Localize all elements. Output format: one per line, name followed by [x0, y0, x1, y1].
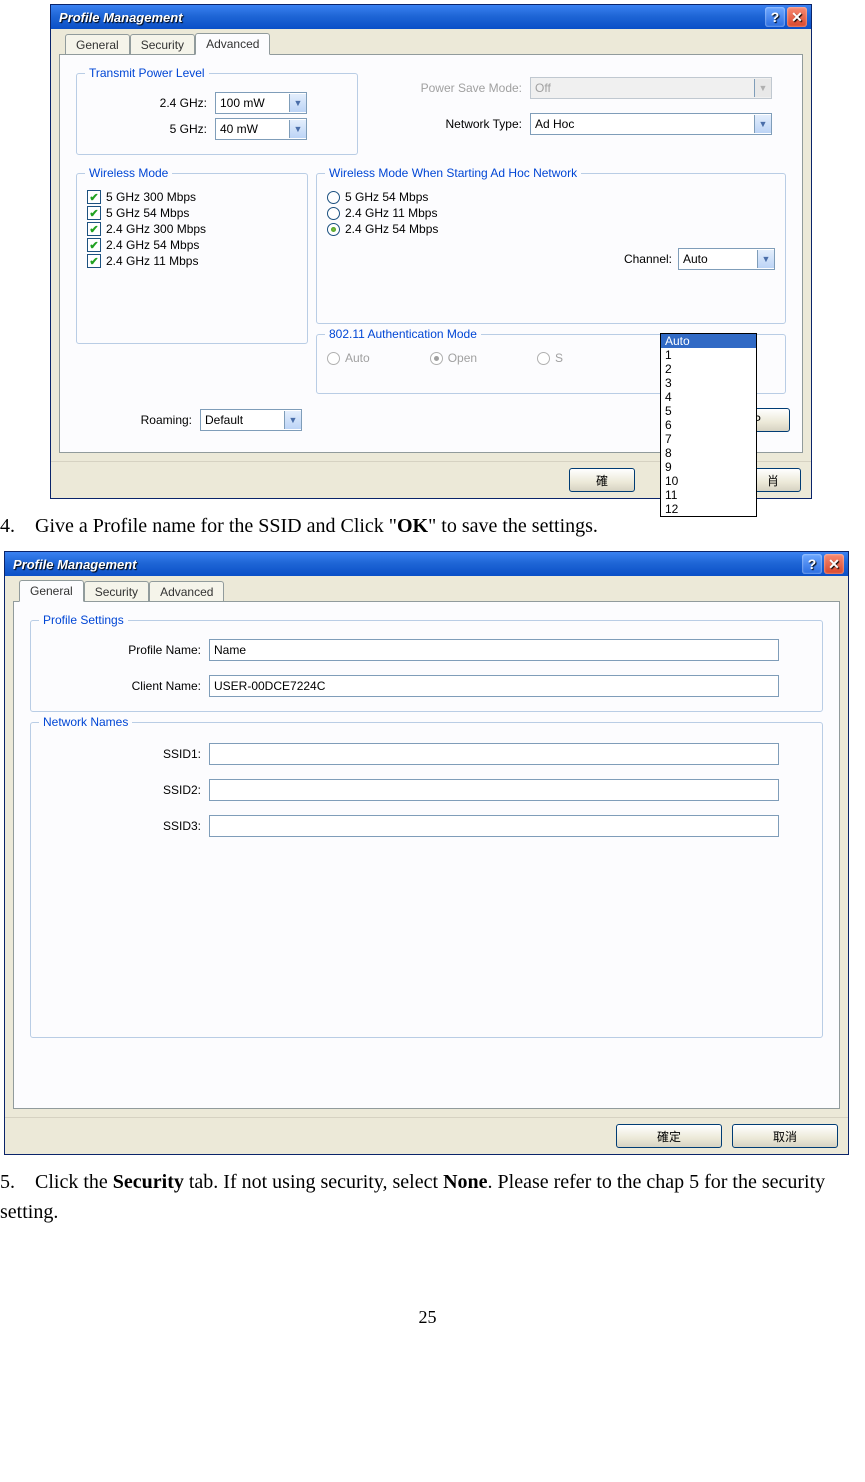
channel-option[interactable]: 9: [661, 460, 756, 474]
channel-option[interactable]: 12: [661, 502, 756, 516]
channel-option[interactable]: 6: [661, 418, 756, 432]
close-button[interactable]: ✕: [824, 554, 844, 574]
group-transmit-power: Transmit Power Level 2.4 GHz: 100 mW ▼ 5…: [76, 73, 358, 155]
combo-power-save: Off ▼: [530, 77, 772, 99]
label-profile-name: Profile Name:: [41, 643, 209, 657]
legend-network-names: Network Names: [39, 715, 132, 729]
label-5ghz: 5 GHz:: [87, 122, 215, 136]
channel-dropdown-list[interactable]: Auto 1 2 3 4 5 6 7 8 9 10 11 12: [660, 333, 757, 517]
chevron-down-icon: ▼: [289, 94, 306, 112]
chevron-down-icon: ▼: [754, 79, 771, 97]
input-ssid2[interactable]: [209, 779, 779, 801]
radio-auth-open: Open: [430, 351, 477, 365]
group-network-names: Network Names SSID1: SSID2: SSID3:: [30, 722, 823, 1038]
legend-auth-mode: 802.11 Authentication Mode: [325, 327, 481, 341]
tab-advanced[interactable]: Advanced: [149, 581, 224, 603]
help-button[interactable]: ?: [802, 554, 822, 574]
chevron-down-icon: ▼: [284, 411, 301, 429]
client-area: General Security Advanced Profile Settin…: [5, 576, 848, 1117]
label-network-type: Network Type:: [362, 117, 530, 131]
ok-button[interactable]: 確定: [616, 1124, 722, 1148]
titlebar[interactable]: Profile Management ? ✕: [5, 552, 848, 576]
channel-option[interactable]: 4: [661, 390, 756, 404]
chevron-down-icon: ▼: [757, 250, 774, 268]
close-button[interactable]: ✕: [787, 7, 807, 27]
page-number: 25: [0, 1307, 855, 1328]
window-profile-management-advanced: Profile Management ? ✕ General Security …: [50, 4, 812, 499]
combo-network-type[interactable]: Ad Hoc ▼: [530, 113, 772, 135]
input-client-name[interactable]: USER-00DCE7224C: [209, 675, 779, 697]
chevron-down-icon: ▼: [754, 115, 771, 133]
combo-roaming[interactable]: Default ▼: [200, 409, 302, 431]
label-ssid3: SSID3:: [41, 819, 209, 833]
window-title: Profile Management: [13, 557, 800, 572]
channel-option[interactable]: 11: [661, 488, 756, 502]
legend-wireless-mode-adhoc: Wireless Mode When Starting Ad Hoc Netwo…: [325, 166, 581, 180]
channel-option[interactable]: 5: [661, 404, 756, 418]
radio-auth-auto: Auto: [327, 351, 370, 365]
tab-general[interactable]: General: [65, 34, 130, 56]
combo-24ghz-power[interactable]: 100 mW ▼: [215, 92, 307, 114]
combo-5ghz-power[interactable]: 40 mW ▼: [215, 118, 307, 140]
radio-5ghz-54[interactable]: 5 GHz 54 Mbps: [327, 190, 775, 204]
channel-option[interactable]: 8: [661, 446, 756, 460]
channel-option[interactable]: 7: [661, 432, 756, 446]
channel-option[interactable]: 10: [661, 474, 756, 488]
label-24ghz: 2.4 GHz:: [87, 96, 215, 110]
legend-transmit-power: Transmit Power Level: [85, 66, 209, 80]
client-area: General Security Advanced Transmit Power…: [51, 29, 811, 461]
check-24ghz-54[interactable]: ✔2.4 GHz 54 Mbps: [87, 238, 297, 252]
label-roaming: Roaming:: [72, 413, 200, 427]
tabstrip: General Security Advanced: [59, 33, 803, 55]
label-channel: Channel:: [624, 252, 678, 266]
titlebar[interactable]: Profile Management ? ✕: [51, 5, 811, 29]
check-24ghz-11[interactable]: ✔2.4 GHz 11 Mbps: [87, 254, 297, 268]
ok-button-partial[interactable]: 確: [569, 468, 635, 492]
help-button[interactable]: ?: [765, 7, 785, 27]
tab-security[interactable]: Security: [84, 581, 149, 603]
cancel-button[interactable]: 取消: [732, 1124, 838, 1148]
window-profile-management-general: Profile Management ? ✕ General Security …: [4, 551, 849, 1155]
group-profile-settings: Profile Settings Profile Name: Name Clie…: [30, 620, 823, 712]
check-5ghz-300[interactable]: ✔5 GHz 300 Mbps: [87, 190, 297, 204]
channel-option[interactable]: Auto: [661, 334, 756, 348]
label-ssid1: SSID1:: [41, 747, 209, 761]
input-ssid1[interactable]: [209, 743, 779, 765]
tabpanel-advanced: Transmit Power Level 2.4 GHz: 100 mW ▼ 5…: [59, 54, 803, 453]
radio-auth-shared: S: [537, 351, 563, 365]
input-ssid3[interactable]: [209, 815, 779, 837]
group-wireless-mode-adhoc: Wireless Mode When Starting Ad Hoc Netwo…: [316, 173, 786, 324]
chevron-down-icon: ▼: [289, 120, 306, 138]
input-profile-name[interactable]: Name: [209, 639, 779, 661]
window-title: Profile Management: [59, 10, 763, 25]
check-24ghz-300[interactable]: ✔2.4 GHz 300 Mbps: [87, 222, 297, 236]
label-power-save: Power Save Mode:: [362, 81, 530, 95]
button-bar: 確定 取消: [5, 1117, 848, 1154]
check-5ghz-54[interactable]: ✔5 GHz 54 Mbps: [87, 206, 297, 220]
channel-option[interactable]: 2: [661, 362, 756, 376]
legend-profile-settings: Profile Settings: [39, 613, 128, 627]
radio-24ghz-11[interactable]: 2.4 GHz 11 Mbps: [327, 206, 775, 220]
channel-option[interactable]: 1: [661, 348, 756, 362]
label-client-name: Client Name:: [41, 679, 209, 693]
channel-option[interactable]: 3: [661, 376, 756, 390]
tab-general[interactable]: General: [19, 580, 84, 602]
tab-security[interactable]: Security: [130, 34, 195, 56]
tab-advanced[interactable]: Advanced: [195, 33, 270, 55]
group-wireless-mode: Wireless Mode ✔5 GHz 300 Mbps ✔5 GHz 54 …: [76, 173, 308, 344]
legend-wireless-mode: Wireless Mode: [85, 166, 172, 180]
instruction-step-5: 5. Click the Security tab. If not using …: [0, 1167, 835, 1227]
radio-24ghz-54[interactable]: 2.4 GHz 54 Mbps: [327, 222, 775, 236]
tabpanel-general: Profile Settings Profile Name: Name Clie…: [13, 601, 840, 1109]
tabstrip: General Security Advanced: [13, 580, 840, 602]
label-ssid2: SSID2:: [41, 783, 209, 797]
combo-channel[interactable]: Auto ▼: [678, 248, 775, 270]
